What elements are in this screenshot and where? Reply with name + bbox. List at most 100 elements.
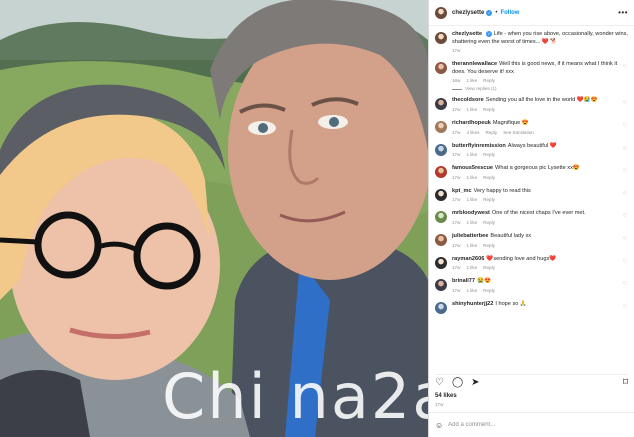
comment-likes[interactable]: 1 like [466,243,477,248]
reply-button[interactable]: Reply [485,130,497,135]
like-comment-icon[interactable]: ♡ [622,259,628,265]
comment-item: brinall77 😭😍 17w 1 like Reply ♡ [435,278,628,293]
like-comment-icon[interactable]: ♡ [622,123,628,129]
comment-meta: 17w 1 like Reply [452,175,622,180]
commenter-avatar[interactable] [435,98,447,111]
view-replies-label: View replies (1) [465,86,497,92]
comment-likes[interactable]: 1 like [466,220,477,225]
author-avatar[interactable] [435,6,447,19]
author-avatar[interactable] [435,32,447,44]
comment-username[interactable]: shinyhunterjj22 [452,301,493,307]
like-comment-icon[interactable]: ♡ [622,146,628,152]
commenter-avatar[interactable] [435,233,447,246]
comment-username[interactable]: thecoldsore [452,97,484,103]
comment-body: famous5rescue What a gorgeous pic Lysette… [452,165,622,180]
comment-username[interactable]: rayman2606 [452,256,484,262]
commenter-avatar[interactable] [435,188,447,201]
comment-username[interactable]: richardhopeuk [452,120,491,126]
caption-age: 17w [452,48,461,54]
like-comment-icon[interactable]: ♡ [622,236,628,242]
reply-button[interactable]: Reply [483,107,495,112]
comment-likes[interactable]: 1 like [466,152,477,157]
reply-button[interactable]: Reply [483,152,495,157]
comment-likes[interactable]: 1 like [466,265,477,270]
comment-likes[interactable]: 1 like [466,78,477,83]
reply-button[interactable]: Reply [483,288,495,293]
commenter-avatar[interactable] [435,120,447,133]
comment-username[interactable]: famous5rescue [452,165,493,171]
verified-icon: ✓ [486,9,493,16]
likes-count[interactable]: 54 likes [435,393,457,399]
reply-button[interactable]: Reply [483,78,495,83]
comment-item: shinyhunterjj22 I hope so 🙏 ♡ [435,301,628,314]
comment-text: ❤️sending love and hugs❤️ [486,255,557,262]
comment-likes[interactable]: 4 likes [466,130,479,135]
like-comment-icon[interactable]: ♡ [622,304,628,310]
comment-meta: 17w 4 likes Reply See translation [452,130,622,135]
comment-body: brinall77 😭😍 17w 1 like Reply [452,278,622,293]
like-comment-icon[interactable]: ♡ [622,213,628,219]
comment-username[interactable]: therannlewallace [452,61,497,67]
comment-text: Magnifique 😍 [492,119,529,126]
share-icon[interactable]: ➤ [471,377,479,388]
commenter-avatar[interactable] [435,256,447,269]
comment-item: butterflyinremission Always beautiful ❤️ … [435,143,628,158]
comment-text: 😭😍 [477,278,491,285]
reply-button[interactable]: Reply [483,197,495,202]
follow-button[interactable]: Follow [500,10,519,16]
comment-icon[interactable]: ◯ [452,377,463,388]
like-icon[interactable]: ♡ [435,377,444,388]
caption-username[interactable]: chezlysette [452,31,482,37]
commenter-avatar[interactable] [435,279,447,292]
see-translation-button[interactable]: See translation [503,130,534,135]
comments-panel: chezlysette ✓ • Follow ••• chezlysette ✓ … [429,0,634,437]
post-photo[interactable]: Chi na2a [0,0,428,437]
comment-age: 17w [452,242,461,248]
comment-username[interactable]: brinall77 [452,278,475,284]
comments-list[interactable]: chezlysette ✓ Life - when you rise above,… [429,27,634,372]
more-options-icon[interactable]: ••• [618,8,628,17]
view-replies-button[interactable]: View replies (1) [452,86,628,91]
caption-body: chezlysette ✓ Life - when you rise above,… [452,31,628,53]
post-header: chezlysette ✓ • Follow ••• [429,0,634,26]
comment-likes[interactable]: 1 like [466,197,477,202]
comment-text: Beautiful lady xx [490,232,532,239]
comment-input[interactable] [448,422,628,428]
reply-button[interactable]: Reply [483,265,495,270]
comment-item: mrbloodywest One of the nicest chaps I've… [435,210,628,225]
comment-age: 17w [452,106,461,112]
commenter-avatar[interactable] [435,211,447,224]
reply-button[interactable]: Reply [483,175,495,180]
comment-meta: 17w 1 like Reply [452,265,622,270]
commenter-avatar[interactable] [435,62,447,75]
commenter-avatar[interactable] [435,301,447,314]
reply-button[interactable]: Reply [483,220,495,225]
emoji-icon[interactable]: ☺ [435,421,443,430]
commenter-avatar[interactable] [435,143,447,156]
like-comment-icon[interactable]: ♡ [622,168,628,174]
likes-label: likes [443,393,457,399]
save-icon[interactable]: ⌑ [623,377,628,388]
comment-likes[interactable]: 1 like [466,107,477,112]
like-comment-icon[interactable]: ♡ [622,191,628,197]
comment-age: 17w [452,197,461,203]
like-comment-icon[interactable]: ♡ [622,100,628,106]
like-comment-icon[interactable]: ♡ [622,64,628,70]
post-date: 17w [435,402,444,407]
commenter-avatar[interactable] [435,166,447,179]
comment-username[interactable]: butterflyinremission [452,143,506,149]
reply-button[interactable]: Reply [483,243,495,248]
comment-username[interactable]: juliebatterbee [452,233,488,239]
verified-icon: ✓ [486,31,493,37]
comment-likes[interactable]: 1 like [466,288,477,293]
comment-age: 17w [452,152,461,158]
comment-username[interactable]: mrbloodywest [452,210,490,216]
comment-username[interactable]: kpt_mc [452,188,472,194]
comment-item: rayman2606 ❤️sending love and hugs❤️ 17w … [435,255,628,270]
comment-item: famous5rescue What a gorgeous pic Lysette… [435,165,628,180]
author-username[interactable]: chezlysette [452,10,484,16]
comment-body: richardhopeuk Magnifique 😍 17w 4 likes Re… [452,120,622,135]
like-comment-icon[interactable]: ♡ [622,281,628,287]
comment-meta: 17w 1 like Reply [452,107,622,112]
comment-likes[interactable]: 1 like [466,175,477,180]
